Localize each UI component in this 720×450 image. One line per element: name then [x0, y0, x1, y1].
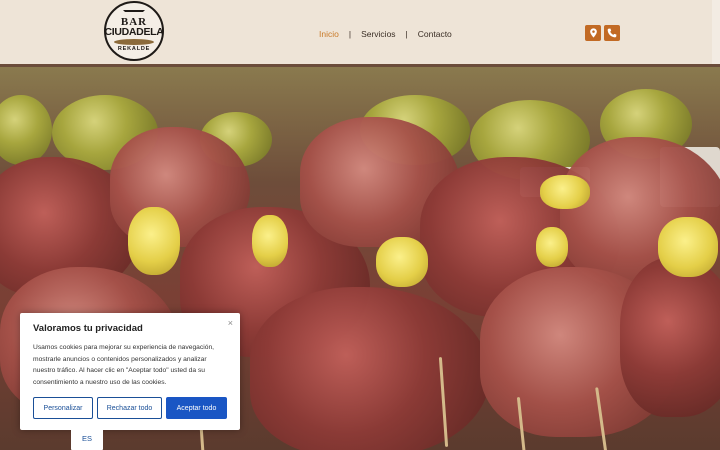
- cookie-title: Valoramos tu privacidad: [33, 323, 143, 334]
- logo-swoosh: [114, 39, 154, 45]
- ham-slice: [250, 287, 490, 450]
- site-header: BAR CIUDADELA REKALDE Inicio | Servicios…: [0, 0, 720, 66]
- pickle-slice: [252, 215, 288, 267]
- close-icon[interactable]: ×: [228, 318, 233, 328]
- phone-button[interactable]: [604, 25, 620, 41]
- location-button[interactable]: [585, 25, 601, 41]
- cookie-actions: Personalizar Rechazar todo Aceptar todo: [33, 397, 231, 419]
- pickle-slice: [540, 175, 590, 209]
- ham-slice: [620, 257, 720, 417]
- accept-all-button[interactable]: Aceptar todo: [166, 397, 227, 419]
- nav-item-inicio[interactable]: Inicio: [319, 29, 339, 39]
- scrollbar-track[interactable]: [712, 0, 720, 66]
- cookie-description: Usamos cookies para mejorar su experienc…: [33, 344, 215, 387]
- cookie-consent-dialog: Valoramos tu privacidad × Usamos cookies…: [20, 313, 240, 430]
- pickle-slice: [128, 207, 180, 275]
- olive-shape: [0, 95, 52, 165]
- pickle-slice: [658, 217, 718, 277]
- nav-item-servicios[interactable]: Servicios: [361, 29, 395, 39]
- nav-item-contacto[interactable]: Contacto: [418, 29, 452, 39]
- nav-separator: |: [348, 29, 352, 39]
- nav-separator: |: [405, 29, 408, 39]
- logo-name-text: CIUDADELA: [104, 26, 164, 38]
- pickle-slice: [536, 227, 568, 267]
- phone-icon: [607, 28, 617, 38]
- reject-all-button[interactable]: Rechazar todo: [97, 397, 162, 419]
- customize-button[interactable]: Personalizar: [33, 397, 93, 419]
- language-switcher[interactable]: ES: [71, 425, 103, 450]
- location-pin-icon: [589, 28, 597, 38]
- main-nav: Inicio | Servicios | Contacto: [319, 27, 452, 41]
- pickle-slice: [376, 237, 428, 287]
- logo-sub-text: REKALDE: [117, 46, 151, 52]
- site-logo[interactable]: BAR CIUDADELA REKALDE: [104, 1, 164, 61]
